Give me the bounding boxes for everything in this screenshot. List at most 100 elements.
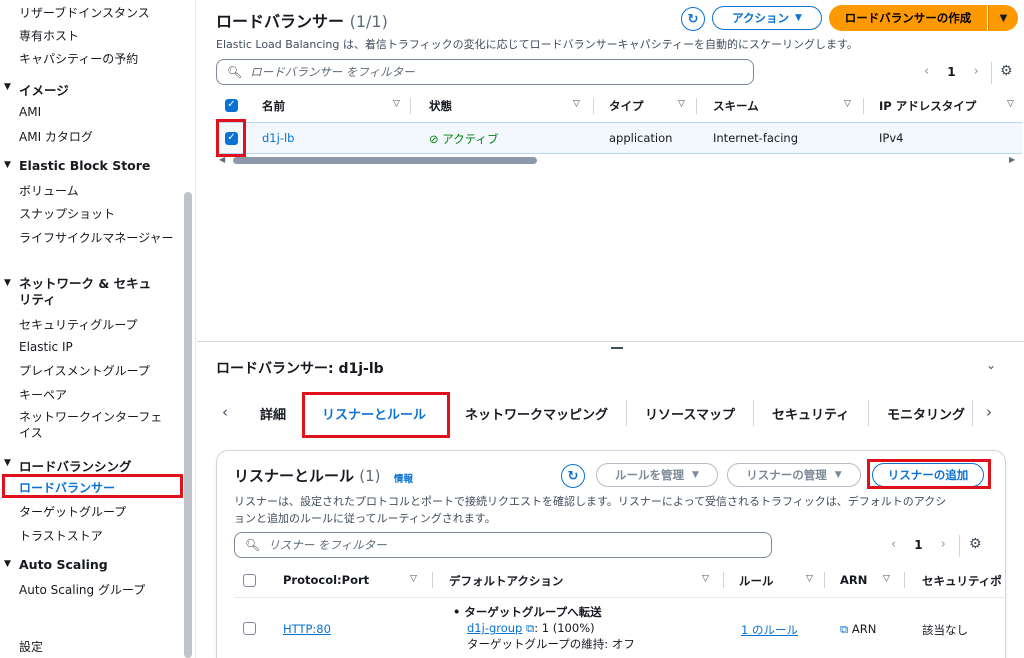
actions-button[interactable]: アクション ▼	[712, 6, 822, 30]
sort-icon[interactable]: ▽	[844, 99, 851, 109]
page-number[interactable]: 1	[914, 538, 922, 552]
highlight-box	[2, 474, 183, 498]
page-number[interactable]: 1	[947, 65, 955, 79]
sort-icon[interactable]: ▽	[410, 574, 417, 584]
sort-icon[interactable]: ▽	[393, 99, 400, 109]
column-header-scheme[interactable]: スキーム	[713, 98, 759, 114]
column-header-type[interactable]: タイプ	[609, 98, 644, 114]
column-separator[interactable]	[723, 572, 724, 588]
listener-protocol-link[interactable]: HTTP:80	[283, 622, 331, 636]
sidebar-item-elastic-ip[interactable]: Elastic IP	[19, 340, 73, 354]
chevron-left-icon[interactable]: ‹	[891, 537, 896, 552]
copy-icon[interactable]: ⧉	[840, 622, 848, 636]
column-header-protocol-port[interactable]: Protocol:Port	[283, 573, 369, 587]
sidebar-item-trust-stores[interactable]: トラストストア	[19, 527, 103, 544]
sidebar-item-lifecycle-manager[interactable]: ライフサイクルマネージャー	[19, 229, 174, 246]
target-group-link[interactable]: d1j-group	[467, 621, 522, 635]
column-separator[interactable]	[432, 572, 433, 588]
arn-copy[interactable]: ⧉ ARN	[840, 622, 876, 637]
lb-filter-input[interactable]: 🔍︎ ロードバランサー をフィルター	[216, 59, 754, 85]
sort-icon[interactable]: ▽	[678, 99, 685, 109]
gear-icon[interactable]: ⚙	[1000, 63, 1013, 79]
select-all-checkbox[interactable]: ✓	[225, 99, 238, 112]
column-header-security-policy[interactable]: セキュリティポ	[922, 573, 1002, 589]
column-separator[interactable]	[863, 98, 864, 114]
tab-security[interactable]: セキュリティ	[772, 404, 849, 423]
column-separator[interactable]	[824, 572, 825, 588]
listeners-container: リスナーとルール (1) 情報 ↻ ルールを管理 ▼ リスナーの管理 ▼ リスナーの…	[216, 450, 1007, 658]
sidebar-section-auto-scaling[interactable]: ▼ Auto Scaling	[4, 557, 108, 572]
horizontal-scrollbar[interactable]	[233, 157, 537, 164]
chevron-right-icon[interactable]: ›	[986, 403, 992, 421]
column-separator[interactable]	[593, 98, 594, 114]
column-separator[interactable]	[696, 98, 697, 114]
listener-filter-input[interactable]: 🔍︎ リスナー をフィルター	[234, 532, 772, 558]
tab-network-mapping[interactable]: ネットワークマッピング	[465, 404, 608, 423]
sidebar-item-placement-groups[interactable]: プレイスメントグループ	[19, 362, 150, 379]
refresh-listeners-button[interactable]: ↻	[561, 464, 585, 488]
listeners-title-text: リスナーとルール	[234, 467, 355, 485]
sidebar-item-ami-catalog[interactable]: AMI カタログ	[19, 128, 93, 145]
sidebar-heading-label: Elastic Block Store	[19, 158, 151, 173]
chevron-right-icon[interactable]: ›	[941, 537, 946, 552]
column-header-status[interactable]: 状態	[429, 98, 452, 114]
sort-icon[interactable]: ▽	[702, 574, 709, 584]
sort-icon[interactable]: ▽	[573, 99, 580, 109]
tab-separator	[753, 400, 754, 426]
divider	[959, 535, 960, 557]
column-header-ip-type[interactable]: IP アドレスタイプ	[879, 98, 976, 114]
chevron-right-icon[interactable]: ›	[974, 64, 979, 79]
lb-pagination: ‹ 1 ›	[924, 64, 979, 79]
tab-monitoring[interactable]: モニタリング	[887, 404, 965, 423]
row-checkbox[interactable]	[243, 622, 256, 635]
info-link[interactable]: 情報	[394, 471, 413, 485]
sidebar-item-volumes[interactable]: ボリューム	[19, 182, 79, 199]
chevron-left-icon[interactable]: ‹	[222, 403, 228, 421]
split-panel-resize-handle[interactable]	[611, 347, 623, 349]
sidebar-item-key-pairs[interactable]: キーペア	[19, 386, 67, 403]
select-all-checkbox[interactable]	[243, 574, 256, 587]
sidebar-item-dedicated-hosts[interactable]: 専有ホスト	[19, 27, 79, 44]
scroll-left-icon[interactable]: ◀	[219, 155, 225, 164]
column-separator[interactable]	[410, 98, 411, 114]
sidebar-item-network-interfaces[interactable]: ネットワークインターフェ イス	[19, 409, 162, 441]
tab-resource-map[interactable]: リソースマップ	[645, 404, 735, 423]
description-line: リスナーは、設定されたプロトコルとポートで接続リクエストを確認します。リスナーに…	[234, 495, 947, 508]
sidebar-item-snapshots[interactable]: スナップショット	[19, 205, 115, 222]
chevron-down-icon[interactable]: ⌄	[986, 358, 996, 372]
sort-icon[interactable]: ▽	[1007, 99, 1014, 109]
create-dropdown-button[interactable]: ▼	[988, 5, 1018, 31]
sidebar-item-ami[interactable]: AMI	[19, 105, 41, 119]
scroll-right-icon[interactable]: ▶	[1009, 155, 1015, 164]
sidebar-item-asg[interactable]: Auto Scaling グループ	[19, 581, 145, 598]
sidebar-section-network[interactable]: ▼ ネットワーク & セキュ リティ	[4, 276, 151, 308]
sidebar-item-settings[interactable]: 設定	[19, 638, 43, 655]
sidebar-item-capacity-reservations[interactable]: キャパシティーの予約	[19, 50, 138, 67]
refresh-button[interactable]: ↻	[681, 7, 705, 31]
rules-link[interactable]: 1 のルール	[741, 622, 798, 638]
sidebar-section-load-balancing[interactable]: ▼ ロードバランシング	[4, 456, 132, 475]
sidebar-item-reserved-instances[interactable]: リザーブドインスタンス	[19, 4, 150, 21]
column-separator[interactable]	[904, 572, 905, 588]
sort-icon[interactable]: ▽	[883, 574, 890, 584]
sidebar-section-ebs[interactable]: ▼ Elastic Block Store	[4, 158, 150, 173]
manage-listener-button[interactable]: リスナーの管理 ▼	[727, 463, 861, 487]
manage-rules-button[interactable]: ルールを管理 ▼	[596, 463, 718, 487]
sidebar-item-target-groups[interactable]: ターゲットグループ	[19, 503, 126, 520]
column-header-name[interactable]: 名前	[262, 98, 285, 114]
tab-separator	[626, 400, 627, 426]
sort-icon[interactable]: ▽	[806, 574, 813, 584]
sidebar-item-security-groups[interactable]: セキュリティグループ	[19, 316, 138, 333]
tab-details[interactable]: 詳細	[260, 404, 286, 423]
sidebar-scrollbar[interactable]	[184, 192, 192, 658]
lb-name-link[interactable]: d1j-lb	[262, 131, 294, 145]
create-load-balancer-button[interactable]: ロードバランサーの作成	[829, 5, 987, 31]
sidebar-item-label: ネットワークインターフェ	[19, 410, 163, 424]
column-header-rules[interactable]: ルール	[739, 573, 774, 589]
sidebar-section-images[interactable]: ▼ イメージ	[4, 80, 69, 99]
lb-scheme: Internet-facing	[713, 131, 799, 145]
column-header-default-action[interactable]: デフォルトアクション	[449, 573, 563, 589]
chevron-left-icon[interactable]: ‹	[924, 64, 929, 79]
column-header-arn[interactable]: ARN	[840, 573, 867, 587]
gear-icon[interactable]: ⚙	[969, 536, 982, 552]
